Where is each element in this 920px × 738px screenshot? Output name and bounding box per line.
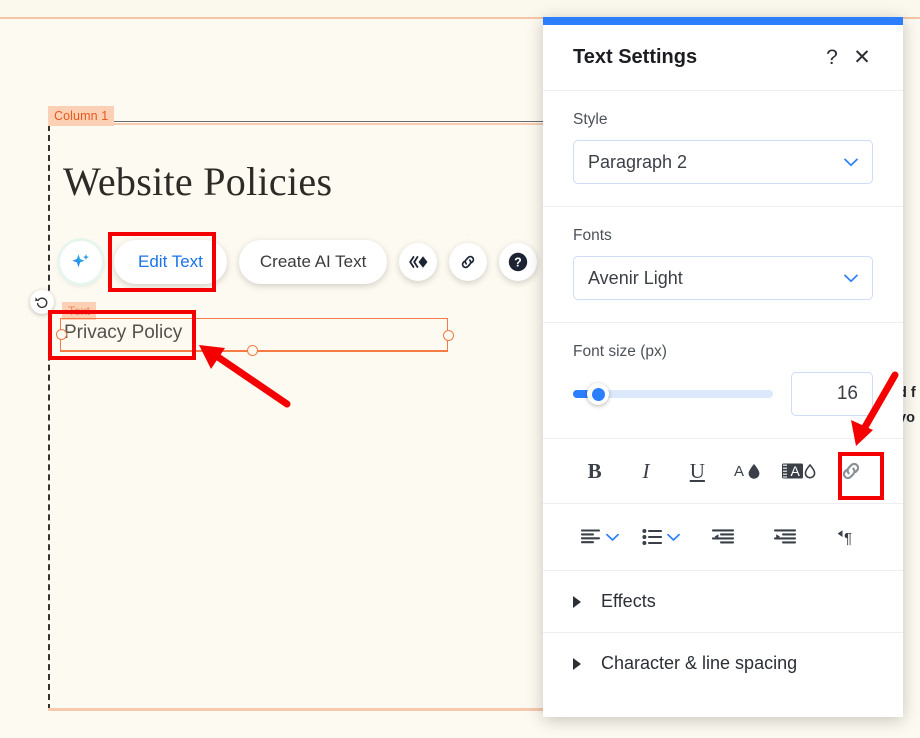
text-settings-panel: Text Settings ? ✕ Style Paragraph 2 Font… <box>543 17 903 717</box>
page-heading[interactable]: Website Policies <box>63 158 332 205</box>
resize-handle-right[interactable] <box>443 330 454 341</box>
underline-icon[interactable]: U <box>672 448 723 494</box>
character-line-spacing-accordion[interactable]: Character & line spacing <box>543 632 903 694</box>
svg-text:A: A <box>734 463 744 480</box>
highlight-color-icon[interactable]: A <box>774 448 825 494</box>
bullet-list-icon[interactable] <box>631 514 693 560</box>
panel-title: Text Settings <box>573 46 698 68</box>
edit-text-button[interactable]: Edit Text <box>114 240 227 284</box>
create-ai-text-button[interactable]: Create AI Text <box>238 240 388 284</box>
triangle-right-icon <box>573 595 581 608</box>
increase-indent-icon[interactable] <box>754 514 816 560</box>
character-format-toolbar: B I U A A <box>543 439 903 503</box>
effects-accordion[interactable]: Effects <box>543 570 903 632</box>
chevron-down-icon <box>605 533 619 541</box>
font-select[interactable]: Avenir Light <box>573 256 873 300</box>
panel-header: Text Settings ? ✕ <box>543 25 903 91</box>
font-size-section: Font size (px) 16 <box>543 323 903 439</box>
ai-sparkle-icon[interactable] <box>60 241 102 283</box>
style-select[interactable]: Paragraph 2 <box>573 140 873 184</box>
font-size-slider[interactable] <box>573 383 773 405</box>
italic-icon[interactable]: I <box>620 448 671 494</box>
link-icon[interactable] <box>826 448 877 494</box>
text-direction-icon[interactable]: ¶ <box>815 514 877 560</box>
svg-text:A: A <box>790 463 800 479</box>
chevron-down-icon <box>844 158 858 166</box>
svg-text:¶: ¶ <box>844 530 852 546</box>
align-left-icon[interactable] <box>569 514 631 560</box>
font-value: Avenir Light <box>588 267 683 288</box>
text-color-icon[interactable]: A <box>723 448 774 494</box>
canvas-top-strip <box>0 0 920 17</box>
style-label: Style <box>573 111 608 128</box>
link-icon[interactable] <box>449 243 488 281</box>
panel-accent-bar <box>543 17 903 25</box>
style-value: Paragraph 2 <box>588 151 688 172</box>
fonts-label: Fonts <box>573 227 612 244</box>
chevron-down-icon <box>667 533 681 541</box>
animation-icon[interactable] <box>399 243 438 281</box>
font-size-label: Font size (px) <box>573 343 667 360</box>
slider-thumb[interactable] <box>587 383 609 405</box>
element-toolbar: Edit Text Create AI Text ? <box>60 236 538 288</box>
triangle-right-icon <box>573 657 581 670</box>
svg-text:?: ? <box>515 256 523 270</box>
resize-handle-bottom[interactable] <box>247 345 258 356</box>
paragraph-format-toolbar: ¶ <box>543 504 903 570</box>
character-line-spacing-label: Character & line spacing <box>601 653 798 673</box>
decrease-indent-icon[interactable] <box>692 514 754 560</box>
effects-label: Effects <box>601 591 656 611</box>
close-icon[interactable]: ✕ <box>847 43 877 73</box>
style-section: Style Paragraph 2 <box>543 91 903 207</box>
help-icon[interactable]: ? <box>499 243 538 281</box>
selected-text-content[interactable]: Privacy Policy <box>64 322 182 344</box>
column-tag[interactable]: Column 1 <box>48 106 115 126</box>
fonts-section: Fonts Avenir Light <box>543 207 903 323</box>
chevron-down-icon <box>844 274 858 282</box>
bold-icon[interactable]: B <box>569 448 620 494</box>
resize-handle-left[interactable] <box>56 329 67 340</box>
help-icon[interactable]: ? <box>817 43 847 73</box>
font-size-input[interactable]: 16 <box>791 372 873 416</box>
undo-icon[interactable] <box>30 290 54 314</box>
